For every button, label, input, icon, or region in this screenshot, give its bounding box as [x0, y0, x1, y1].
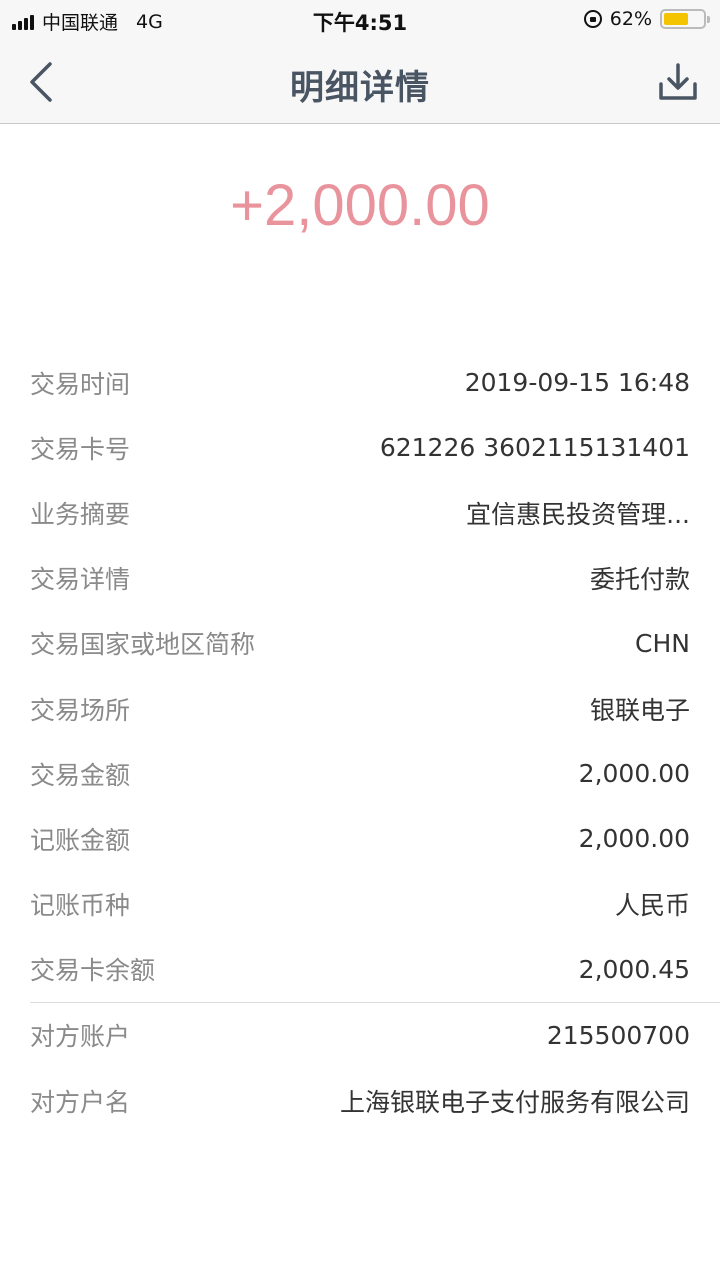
detail-value: 人民币 — [614, 891, 690, 921]
status-bar: 中国联通 4G 下午4:51 62% — [0, 0, 720, 40]
detail-value: 2,000.45 — [578, 954, 690, 984]
detail-value: 2,000.00 — [578, 759, 690, 789]
detail-label: 交易时间 — [30, 369, 131, 399]
detail-row: 交易卡余额 2,000.45 — [0, 937, 720, 1002]
detail-row: 交易详情 委托付款 — [0, 546, 720, 611]
download-icon[interactable] — [658, 62, 698, 102]
rotation-lock-icon — [583, 10, 602, 28]
detail-label: 交易详情 — [30, 565, 131, 595]
detail-value: 215500700 — [546, 1020, 690, 1050]
status-right: 62% — [583, 8, 710, 30]
detail-row: 交易国家或地区简称 CHN — [0, 611, 720, 676]
detail-value: 委托付款 — [589, 565, 690, 595]
detail-row: 交易卡号 621226 3602115131401 — [0, 415, 720, 480]
detail-value: 2,000.00 — [578, 824, 690, 854]
detail-label: 记账金额 — [30, 825, 131, 855]
detail-value: 宜信惠民投资管理... — [466, 499, 690, 529]
detail-label: 交易国家或地区简称 — [30, 630, 256, 660]
detail-label: 业务摘要 — [30, 499, 131, 529]
transaction-amount: +2,000.00 — [230, 173, 490, 238]
detail-label: 交易卡号 — [30, 434, 131, 464]
detail-value: 2019-09-15 16:48 — [464, 368, 690, 398]
detail-row: 业务摘要 宜信惠民投资管理... — [0, 480, 720, 545]
detail-value: 621226 3602115131401 — [379, 433, 690, 463]
page-title: 明细详情 — [290, 68, 430, 108]
detail-row: 对方户名 上海银联电子支付服务有限公司 — [0, 1068, 720, 1133]
detail-value: CHN — [635, 628, 690, 658]
detail-list: 交易时间 2019-09-15 16:48 交易卡号 621226 360211513… — [0, 350, 720, 1133]
detail-label: 交易金额 — [30, 760, 131, 790]
nav-bar: 明细详情 — [0, 40, 720, 124]
battery-icon — [660, 9, 710, 29]
battery-percent: 62% — [609, 8, 652, 30]
detail-row: 交易场所 银联电子 — [0, 676, 720, 741]
detail-value: 上海银联电子支付服务有限公司 — [339, 1087, 690, 1117]
detail-group-counterparty: 对方账户 215500700 对方户名 上海银联电子支付服务有限公司 — [0, 1003, 720, 1133]
detail-label: 交易卡余额 — [30, 956, 156, 986]
detail-label: 对方户名 — [30, 1087, 131, 1117]
detail-value: 银联电子 — [589, 695, 690, 725]
detail-row: 记账金额 2,000.00 — [0, 806, 720, 871]
detail-row: 对方账户 215500700 — [0, 1003, 720, 1068]
detail-row: 记账币种 人民币 — [0, 872, 720, 937]
detail-label: 对方账户 — [30, 1022, 131, 1052]
detail-label: 记账币种 — [30, 891, 131, 921]
detail-row: 交易时间 2019-09-15 16:48 — [0, 350, 720, 415]
detail-group-primary: 交易时间 2019-09-15 16:48 交易卡号 621226 360211513… — [0, 350, 720, 1002]
detail-label: 交易场所 — [30, 695, 131, 725]
detail-row: 交易金额 2,000.00 — [0, 741, 720, 806]
